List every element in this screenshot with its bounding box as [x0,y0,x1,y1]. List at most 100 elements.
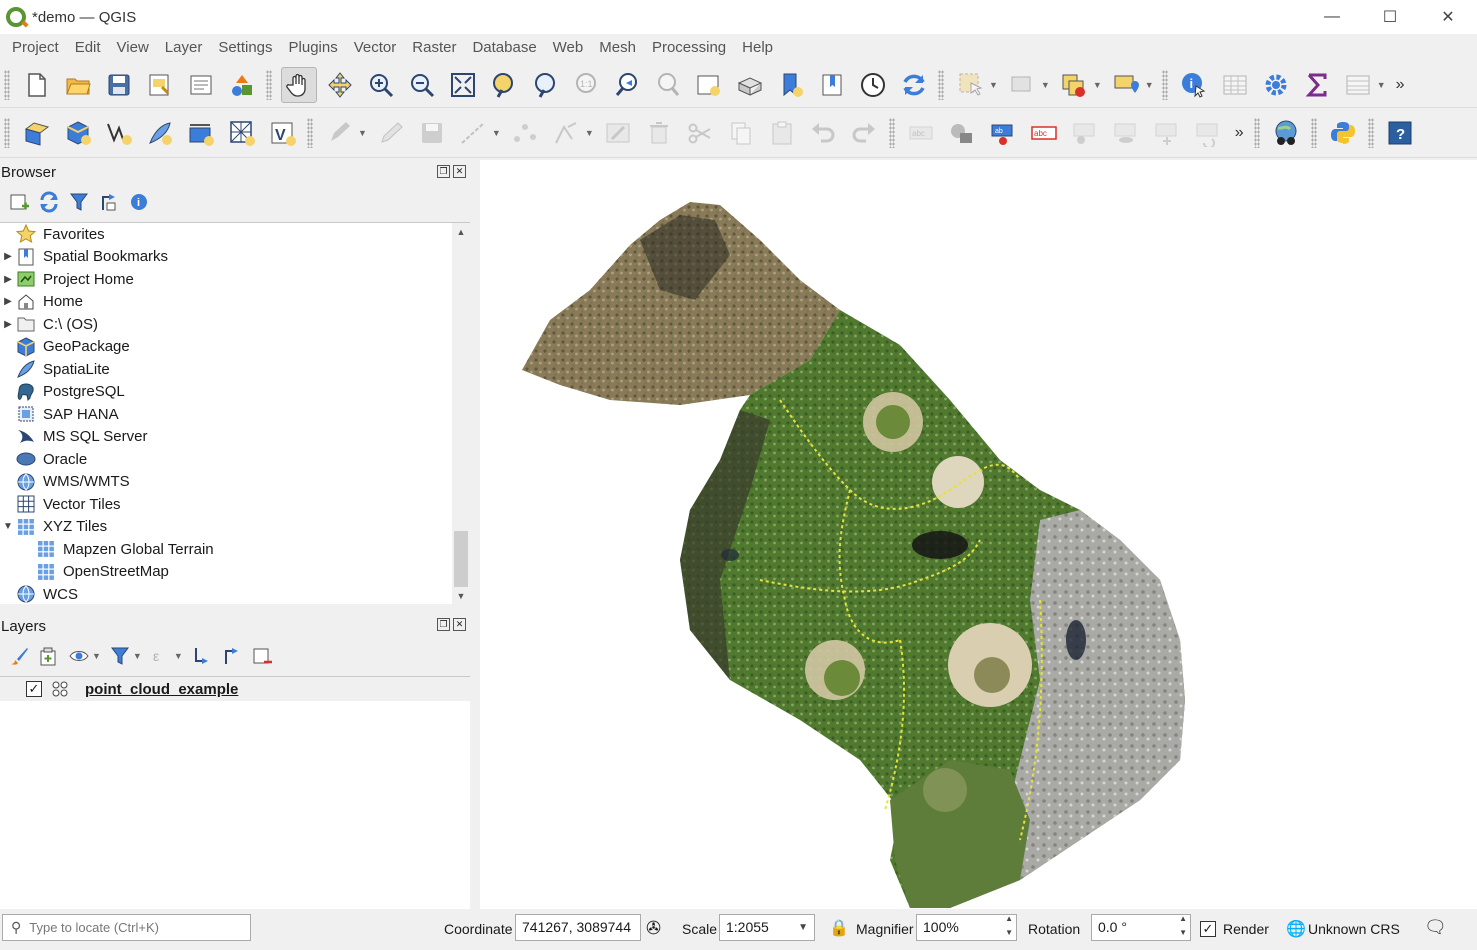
render-checkbox[interactable]: ✓ [1200,921,1216,937]
toolbar-grip[interactable] [1310,117,1317,148]
expand-all-button[interactable] [187,641,217,671]
browser-item-favorites[interactable]: Favorites [0,223,452,245]
pin-labels-button[interactable] [1067,115,1103,151]
copy-features-button[interactable] [723,115,759,151]
zoom-in-button[interactable] [363,67,399,103]
paste-features-button[interactable] [764,115,800,151]
toggle-editing-button[interactable] [373,115,409,151]
help-button[interactable]: ? [1382,115,1418,151]
browser-scrollbar[interactable]: ▲ ▼ [452,223,470,604]
browser-item-postgresql[interactable]: PostgreSQL [0,381,452,403]
rotation-spinbox[interactable]: 0.0 ° ▲ ▼ [1091,914,1191,941]
current-edits-button[interactable] [322,115,358,151]
dropdown-arrow-icon[interactable]: ▼ [358,128,367,138]
pan-to-selection-button[interactable] [322,67,358,103]
refresh-button[interactable] [896,67,932,103]
new-shapefile-layer-button[interactable] [101,115,137,151]
dropdown-arrow-icon[interactable]: ▼ [1041,80,1050,90]
browser-item-spatialite[interactable]: SpatiaLite [0,358,452,380]
menu-view[interactable]: View [109,34,157,62]
zoom-next-button[interactable] [650,67,686,103]
layer-labeling-options-button[interactable] [944,115,980,151]
browser-item-c-drive[interactable]: ▶ C:\ (OS) [0,313,452,335]
enable-properties-button[interactable]: i [124,187,154,217]
menu-processing[interactable]: Processing [644,34,734,62]
menu-vector[interactable]: Vector [346,34,405,62]
modify-attributes-selected-button[interactable] [600,115,636,151]
browser-item-wcs[interactable]: WCS [0,583,452,604]
new-project-button[interactable] [19,67,55,103]
rotate-label-button[interactable] [1190,115,1226,151]
expand-arrow-icon[interactable]: ▶ [0,296,16,307]
delete-selected-button[interactable] [641,115,677,151]
browser-item-ms-sql-server[interactable]: MS SQL Server [0,426,452,448]
browser-item-openstreetmap[interactable]: OpenStreetMap [0,561,452,583]
menu-edit[interactable]: Edit [67,34,109,62]
menu-project[interactable]: Project [4,34,67,62]
vertex-tool-button[interactable] [507,115,543,151]
browser-item-project-home[interactable]: ▶ Project Home [0,268,452,290]
scrollbar-thumb[interactable] [454,531,468,587]
map-canvas[interactable] [480,160,1477,909]
show-hide-labels-button[interactable] [1108,115,1144,151]
metasearch-button[interactable] [1268,115,1304,151]
more-tools-icon[interactable]: » [1235,124,1244,142]
move-label-button[interactable] [1149,115,1185,151]
browser-item-sap-hana[interactable]: SAP HANA [0,403,452,425]
zoom-out-button[interactable] [404,67,440,103]
layer-row-point-cloud[interactable]: ✓ point_cloud_example [0,677,470,701]
menu-raster[interactable]: Raster [404,34,464,62]
layout-manager-button[interactable] [183,67,219,103]
python-console-button[interactable] [1325,115,1361,151]
dropdown-arrow-icon[interactable]: ▼ [989,80,998,90]
menu-help[interactable]: Help [734,34,781,62]
browser-item-home[interactable]: ▶ Home [0,291,452,313]
collapse-arrow-icon[interactable]: ▼ [0,521,16,532]
dropdown-arrow-icon[interactable]: ▼ [585,128,594,138]
new-virtual-layer-button[interactable] [224,115,260,151]
scale-combo[interactable]: 1:2055 ▼ [719,914,815,941]
expand-arrow-icon[interactable]: ▶ [0,319,16,330]
filter-legend-button[interactable] [105,641,135,671]
close-panel-button[interactable]: ✕ [453,618,466,631]
toggle-label-display-button[interactable]: abc [1026,115,1062,151]
save-layer-edits-button[interactable] [414,115,450,151]
toolbar-grip[interactable] [266,69,272,100]
dropdown-arrow-icon[interactable]: ▼ [492,128,501,138]
refresh-browser-button[interactable] [34,187,64,217]
expand-arrow-icon[interactable]: ▶ [0,251,16,262]
open-project-button[interactable] [60,67,96,103]
save-project-button[interactable] [101,67,137,103]
minimize-button[interactable]: — [1303,0,1361,34]
pan-map-button[interactable] [280,66,317,103]
statistical-summary-button[interactable] [1299,67,1335,103]
toolbar-grip[interactable] [4,117,10,148]
toolbar-grip[interactable] [888,117,895,148]
close-panel-button[interactable]: ✕ [453,165,466,178]
toolbar-grip[interactable] [1367,117,1374,148]
collapse-all-button[interactable] [94,187,124,217]
toolbar-grip[interactable] [307,117,313,148]
manage-map-themes-button[interactable] [64,641,94,671]
filter-by-expression-button[interactable]: ε [146,641,176,671]
add-selected-layers-button[interactable] [4,187,34,217]
zoom-to-layer-button[interactable] [527,67,563,103]
messages-icon[interactable]: 🗨 [1424,917,1447,938]
lock-icon[interactable]: 🔒 [829,918,849,938]
dropdown-arrow-icon[interactable]: ▼ [1377,80,1386,90]
dropdown-arrow-icon[interactable]: ▼ [1093,80,1102,90]
create-virtual-layer-button[interactable]: V [265,115,301,151]
chevron-down-icon[interactable]: ▼ [798,915,808,940]
toolbar-grip[interactable] [4,69,10,100]
select-by-location-button[interactable] [1108,67,1144,103]
menu-plugins[interactable]: Plugins [281,34,346,62]
browser-item-mapzen-global-terrain[interactable]: Mapzen Global Terrain [0,538,452,560]
show-bookmarks-button[interactable] [814,67,850,103]
dropdown-arrow-icon[interactable]: ▼ [1145,80,1154,90]
deselect-button[interactable] [1004,67,1040,103]
browser-item-vector-tiles[interactable]: Vector Tiles [0,493,452,515]
style-layer-button[interactable] [4,641,34,671]
zoom-to-selection-button[interactable] [486,67,522,103]
attribute-table-button[interactable] [1217,67,1253,103]
close-button[interactable]: ✕ [1419,0,1477,34]
